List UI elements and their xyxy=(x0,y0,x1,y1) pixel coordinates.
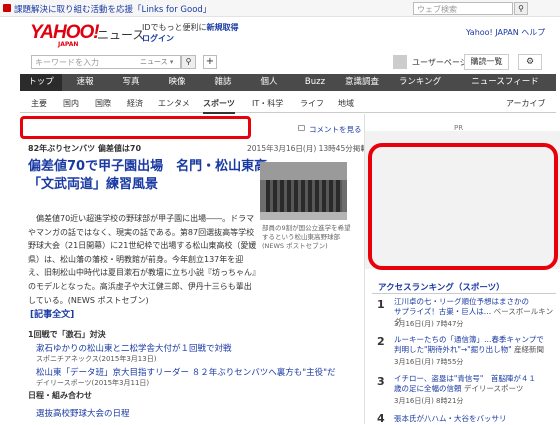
tab-life[interactable]: ライフ xyxy=(300,98,324,109)
highlight-box xyxy=(368,143,558,270)
tab-international[interactable]: 国際 xyxy=(95,98,111,109)
related-link[interactable]: 漱石ゆかりの松山東と二松学舎大付が１回戦で対戦 xyxy=(36,342,232,354)
ranking-item-source: 産経新聞 xyxy=(513,345,544,354)
article-photo[interactable] xyxy=(260,162,347,220)
nav-item-newsfeed[interactable]: ニュースフィード xyxy=(454,74,556,91)
fulltext-link[interactable]: [記事全文] xyxy=(30,307,74,320)
article-body: 偏差値70近い超進学校の野球部が甲子園に出場――。ドラマやマンガの話ではなく、現… xyxy=(28,214,257,305)
nav-item-survey[interactable]: 意識調査 xyxy=(338,74,386,91)
login-text: IDでもっと便利に xyxy=(142,23,207,32)
tab-domestic[interactable]: 国内 xyxy=(63,98,79,109)
login-link[interactable]: ログイン xyxy=(142,34,174,43)
userpage-link[interactable]: ユーザーページ xyxy=(412,57,468,68)
category-nav: 主要 国内 国際 経済 エンタメ スポーツ IT・科学 ライフ 地域 アーカイブ xyxy=(20,93,556,114)
ranking-title[interactable]: アクセスランキング（スポーツ） xyxy=(378,281,505,293)
nav-item-magazine[interactable]: 雑誌 xyxy=(200,74,246,91)
related-group-title: 1回戦で「激石」対決 xyxy=(28,330,106,339)
article-date: 2015年3月16日(月) 13時45分掲載 xyxy=(247,144,368,153)
tab-it-science[interactable]: IT・科学 xyxy=(252,98,283,109)
nav-item-top[interactable]: トップ xyxy=(20,74,62,91)
nav-item-buzz[interactable]: Buzz xyxy=(292,74,338,91)
search-scope-select[interactable]: ニュース ▾ xyxy=(140,57,173,67)
nav-item-video[interactable]: 映像 xyxy=(154,74,200,91)
nav-item-personal[interactable]: 個人 xyxy=(246,74,292,91)
avatar[interactable] xyxy=(393,55,407,69)
ranking-item-title-cont[interactable]: 判明した"期待外れ"→"掘り出し物" xyxy=(394,345,512,354)
article-headline[interactable]: 偏差値70で甲子園出場 名門・松山東高「文武両道」練習風景 xyxy=(28,158,268,194)
related-link[interactable]: 選抜高校野球大会の日程 xyxy=(36,407,130,419)
ranking-item[interactable]: 張本氏が八ハム・大谷をバッサリ xyxy=(394,414,556,424)
yahoo-logo-sub: JAPAN xyxy=(58,41,79,48)
comment-icon xyxy=(298,125,305,131)
ranking-item-source: デイリースポーツ xyxy=(463,384,524,393)
notice-icon xyxy=(3,4,11,12)
search-icon[interactable]: ⚲ xyxy=(514,2,528,15)
article-kicker: 82年ぶりセンバツ 偏差値は70 xyxy=(28,144,142,153)
subscribe-button[interactable]: 購読一覧 xyxy=(464,54,509,70)
login-message: IDでもっと便利に新規取得 ログイン xyxy=(142,22,239,44)
ranking-item-time: 3月16日(月) 8時21分 xyxy=(394,397,464,405)
ranking-item[interactable]: ルーキーたちの「通信簿」…春季キャンプで 判明した"期待外れ"→"掘り出し物" … xyxy=(394,335,556,355)
ranking-item-time: 3月16日(月) 7時55分 xyxy=(394,358,464,366)
ranking-item-title[interactable]: 張本氏が八ハム・大谷をバッサリ xyxy=(394,414,507,423)
top-notice-bar: 課題解決に取り組む活動を応援「Links for Good」 ウェブ検索 ⚲ xyxy=(0,0,560,17)
related-source: スポニチアネックス(2015年3月13日) xyxy=(36,355,157,363)
web-search-input[interactable]: ウェブ検索 xyxy=(413,2,513,15)
related-link[interactable]: 松山東「データ班」京大目指すリーダー ８２年ぶりセンバツへ裏方も"主役"だ xyxy=(36,366,336,378)
ranking-item-time: 3月16日(月) 7時47分 xyxy=(394,320,464,328)
nav-item-ranking[interactable]: ランキング xyxy=(386,74,454,91)
tab-region[interactable]: 地域 xyxy=(338,98,354,109)
ranking-item-title-cont[interactable]: 歳の足に全幅の信頼 xyxy=(394,384,462,393)
rank-number: 3 xyxy=(377,375,385,388)
nav-item-flash[interactable]: 速報 xyxy=(62,74,108,91)
ranking-item-title[interactable]: イチロー、盗塁は"青信号" 首脳陣が４１ xyxy=(394,374,536,383)
help-link[interactable]: Yahoo! JAPAN ヘルプ xyxy=(466,27,545,38)
tab-sports[interactable]: スポーツ xyxy=(203,98,235,114)
add-icon[interactable]: + xyxy=(203,55,217,69)
related-group-title: 日程・組み合わせ xyxy=(28,391,92,400)
tab-entertainment[interactable]: エンタメ xyxy=(158,98,190,109)
ranking-item[interactable]: イチロー、盗塁は"青信号" 首脳陣が４１ 歳の足に全幅の信頼 デイリースポーツ xyxy=(394,374,556,394)
rank-number: 1 xyxy=(377,298,385,311)
highlight-box xyxy=(20,116,251,139)
gear-icon[interactable]: ⚙ xyxy=(518,54,542,70)
related-source: デイリースポーツ(2015年3月11日) xyxy=(36,379,150,387)
search-icon[interactable]: ⚲ xyxy=(181,55,196,69)
notice-link[interactable]: 課題解決に取り組む活動を応援「Links for Good」 xyxy=(14,3,211,15)
archive-link[interactable]: アーカイブ xyxy=(506,98,546,109)
ranking-item-title-cont[interactable]: サプライズ！古巣・巨人は… xyxy=(394,307,491,316)
ranking-divider xyxy=(372,293,556,294)
service-name[interactable]: ニュース xyxy=(97,26,144,43)
rank-number: 4 xyxy=(377,412,385,425)
photo-caption: 部員の9割が国公立進学を希望するという松山東高野球部(NEWS ポストセブン) xyxy=(262,224,351,250)
rank-number: 2 xyxy=(377,335,385,348)
ranking-item-title[interactable]: ルーキーたちの「通信簿」…春季キャンプで xyxy=(394,335,544,344)
main-nav: トップ 速報 写真 映像 雑誌 個人 Buzz 意識調査 ランキング ニュースフ… xyxy=(20,74,556,91)
tab-main[interactable]: 主要 xyxy=(31,98,47,109)
register-link[interactable]: 新規取得 xyxy=(207,23,239,32)
ranking-item-title[interactable]: 江川卓の七・リーグ順位予想はまさかの xyxy=(394,297,529,306)
tab-economy[interactable]: 経済 xyxy=(127,98,143,109)
comment-link[interactable]: コメントを見る xyxy=(309,124,362,135)
nav-item-photo[interactable]: 写真 xyxy=(108,74,154,91)
